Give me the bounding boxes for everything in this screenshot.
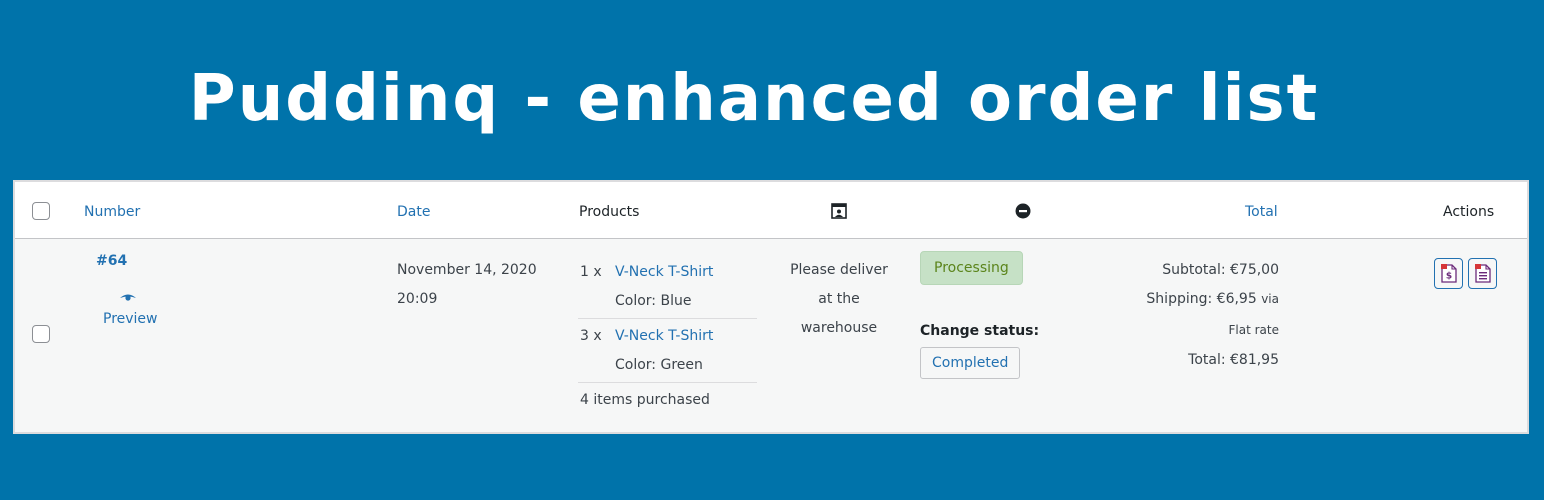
change-status-label: Change status:: [920, 323, 1040, 339]
row-select-checkbox[interactable]: [32, 325, 50, 343]
product-link[interactable]: V-Neck T-Shirt: [615, 328, 713, 344]
order-shipping-amount: Shipping: €6,95: [1146, 291, 1257, 307]
shipping-method: Flat rate: [1228, 323, 1279, 337]
product-link[interactable]: V-Neck T-Shirt: [615, 264, 713, 280]
product-divider: [578, 318, 757, 319]
order-shipping-via: via: [1261, 292, 1279, 306]
column-total-header[interactable]: Total: [1245, 204, 1278, 220]
column-number-header[interactable]: Number: [84, 204, 140, 220]
order-total: Total: €81,95: [1188, 352, 1279, 368]
status-circle-icon: [1015, 203, 1031, 219]
orders-table: Number Date Products Total Actions #64 P…: [13, 180, 1529, 434]
change-status-completed-button[interactable]: Completed: [920, 347, 1021, 379]
pdf-invoice-button[interactable]: $: [1434, 258, 1463, 289]
customer-note-icon: [831, 203, 847, 219]
pdf-packing-slip-button[interactable]: [1468, 258, 1497, 289]
order-time: 20:09: [397, 291, 438, 307]
product-divider: [578, 382, 757, 383]
column-products-header: Products: [579, 204, 640, 220]
order-shipping: Shipping: €6,95 via: [1079, 291, 1279, 307]
pdf-packing-slip-icon: [1475, 264, 1491, 283]
items-purchased-count: 4 items purchased: [580, 392, 710, 408]
product-meta: Color: Green: [615, 357, 703, 373]
customer-note-line: at the: [818, 291, 860, 307]
product-quantity: 3 x: [580, 328, 602, 344]
column-actions-header: Actions: [1443, 204, 1495, 220]
column-date-header[interactable]: Date: [397, 204, 430, 220]
status-badge: Processing: [920, 251, 1023, 285]
eye-icon[interactable]: [119, 292, 137, 302]
table-header: Number Date Products Total Actions: [15, 182, 1527, 239]
product-quantity: 1 x: [580, 264, 602, 280]
table-row: #64 Preview November 14, 2020 20:09 1 x …: [15, 239, 1527, 432]
order-subtotal: Subtotal: €75,00: [1162, 262, 1279, 278]
order-date: November 14, 2020: [397, 262, 537, 278]
product-meta: Color: Blue: [615, 293, 692, 309]
pdf-invoice-icon: $: [1441, 264, 1457, 283]
order-preview-link[interactable]: Preview: [103, 311, 158, 327]
svg-text:$: $: [1446, 272, 1452, 282]
banner-title: Puddinq - enhanced order list: [188, 62, 1320, 136]
select-all-checkbox[interactable]: [32, 202, 50, 220]
customer-note-line: warehouse: [800, 320, 878, 336]
customer-note-line: Please deliver: [790, 262, 888, 278]
order-number-link[interactable]: #64: [96, 253, 127, 269]
